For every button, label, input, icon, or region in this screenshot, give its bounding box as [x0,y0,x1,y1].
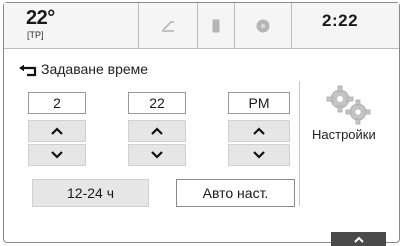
chevron-up-icon [151,127,163,135]
chevron-up-icon [253,127,265,135]
12-24-format-button[interactable]: 12-24 ч [32,179,149,207]
scroll-up-tab[interactable] [331,232,386,246]
phone-icon [212,19,220,32]
screen-frame: 22° [TP] 2:22 Задаване време 2 22 PM Нас… [3,2,400,246]
tab-audio[interactable] [139,3,197,48]
climate-mode-label: [TP] [27,30,44,40]
gears-icon[interactable] [324,85,372,125]
settings-label[interactable]: Настройки [312,127,376,142]
page-title: Задаване време [41,61,149,77]
minute-down-button[interactable] [128,144,186,166]
status-bar: 22° [TP] 2:22 [4,3,399,49]
back-arrow-icon[interactable] [18,64,38,78]
divider [291,3,292,48]
ampm-up-button[interactable] [228,120,290,142]
ampm-down-button[interactable] [228,144,290,166]
minute-up-button[interactable] [128,120,186,142]
ampm-value: PM [228,92,290,114]
hour-down-button[interactable] [28,144,86,166]
music-note-icon [162,20,174,32]
tab-navigation[interactable] [235,3,291,48]
chevron-up-icon [51,127,63,135]
tab-phone[interactable] [198,3,234,48]
hour-value: 2 [28,92,86,114]
chevron-down-icon [151,151,163,159]
chevron-up-icon [353,236,364,243]
chevron-down-icon [51,151,63,159]
divider [299,81,300,206]
minute-value: 22 [128,92,186,114]
temperature-readout[interactable]: 22° [26,7,55,30]
clock: 2:22 [322,11,359,30]
globe-icon [256,19,270,32]
chevron-down-icon [253,151,265,159]
hour-up-button[interactable] [28,120,86,142]
auto-set-button[interactable]: Авто наст. [176,179,295,207]
